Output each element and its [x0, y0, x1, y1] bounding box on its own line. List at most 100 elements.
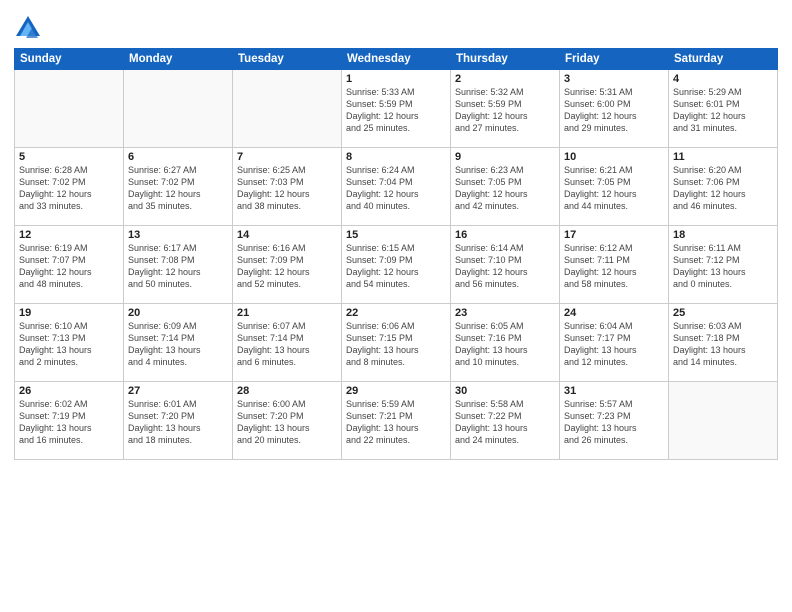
day-number: 2: [455, 73, 555, 85]
calendar-cell: [15, 70, 124, 148]
day-number: 29: [346, 385, 446, 397]
calendar-week-1: 1Sunrise: 5:33 AM Sunset: 5:59 PM Daylig…: [15, 70, 778, 148]
calendar-cell: 8Sunrise: 6:24 AM Sunset: 7:04 PM Daylig…: [342, 148, 451, 226]
day-info: Sunrise: 5:58 AM Sunset: 7:22 PM Dayligh…: [455, 398, 555, 447]
calendar-cell: 18Sunrise: 6:11 AM Sunset: 7:12 PM Dayli…: [669, 226, 778, 304]
col-header-monday: Monday: [124, 49, 233, 70]
calendar-cell: 16Sunrise: 6:14 AM Sunset: 7:10 PM Dayli…: [451, 226, 560, 304]
calendar-cell: 10Sunrise: 6:21 AM Sunset: 7:05 PM Dayli…: [560, 148, 669, 226]
day-number: 27: [128, 385, 228, 397]
day-info: Sunrise: 5:57 AM Sunset: 7:23 PM Dayligh…: [564, 398, 664, 447]
day-number: 6: [128, 151, 228, 163]
day-info: Sunrise: 5:29 AM Sunset: 6:01 PM Dayligh…: [673, 86, 773, 135]
calendar-cell: 27Sunrise: 6:01 AM Sunset: 7:20 PM Dayli…: [124, 382, 233, 460]
col-header-sunday: Sunday: [15, 49, 124, 70]
col-header-saturday: Saturday: [669, 49, 778, 70]
day-number: 31: [564, 385, 664, 397]
calendar-cell: 6Sunrise: 6:27 AM Sunset: 7:02 PM Daylig…: [124, 148, 233, 226]
day-info: Sunrise: 6:21 AM Sunset: 7:05 PM Dayligh…: [564, 164, 664, 213]
calendar-cell: 29Sunrise: 5:59 AM Sunset: 7:21 PM Dayli…: [342, 382, 451, 460]
day-info: Sunrise: 6:17 AM Sunset: 7:08 PM Dayligh…: [128, 242, 228, 291]
calendar-cell: 20Sunrise: 6:09 AM Sunset: 7:14 PM Dayli…: [124, 304, 233, 382]
col-header-friday: Friday: [560, 49, 669, 70]
calendar-table: SundayMondayTuesdayWednesdayThursdayFrid…: [14, 48, 778, 460]
calendar-cell: 9Sunrise: 6:23 AM Sunset: 7:05 PM Daylig…: [451, 148, 560, 226]
day-info: Sunrise: 6:05 AM Sunset: 7:16 PM Dayligh…: [455, 320, 555, 369]
calendar-cell: 1Sunrise: 5:33 AM Sunset: 5:59 PM Daylig…: [342, 70, 451, 148]
day-number: 8: [346, 151, 446, 163]
calendar-week-5: 26Sunrise: 6:02 AM Sunset: 7:19 PM Dayli…: [15, 382, 778, 460]
calendar-cell: 25Sunrise: 6:03 AM Sunset: 7:18 PM Dayli…: [669, 304, 778, 382]
day-number: 17: [564, 229, 664, 241]
day-info: Sunrise: 6:04 AM Sunset: 7:17 PM Dayligh…: [564, 320, 664, 369]
day-info: Sunrise: 6:27 AM Sunset: 7:02 PM Dayligh…: [128, 164, 228, 213]
calendar-cell: [669, 382, 778, 460]
calendar-cell: 5Sunrise: 6:28 AM Sunset: 7:02 PM Daylig…: [15, 148, 124, 226]
day-number: 23: [455, 307, 555, 319]
day-number: 26: [19, 385, 119, 397]
day-info: Sunrise: 6:06 AM Sunset: 7:15 PM Dayligh…: [346, 320, 446, 369]
day-number: 14: [237, 229, 337, 241]
calendar-cell: 13Sunrise: 6:17 AM Sunset: 7:08 PM Dayli…: [124, 226, 233, 304]
calendar-cell: 3Sunrise: 5:31 AM Sunset: 6:00 PM Daylig…: [560, 70, 669, 148]
day-info: Sunrise: 6:07 AM Sunset: 7:14 PM Dayligh…: [237, 320, 337, 369]
calendar-cell: [233, 70, 342, 148]
calendar-cell: 23Sunrise: 6:05 AM Sunset: 7:16 PM Dayli…: [451, 304, 560, 382]
calendar-cell: 31Sunrise: 5:57 AM Sunset: 7:23 PM Dayli…: [560, 382, 669, 460]
day-info: Sunrise: 5:59 AM Sunset: 7:21 PM Dayligh…: [346, 398, 446, 447]
day-info: Sunrise: 6:15 AM Sunset: 7:09 PM Dayligh…: [346, 242, 446, 291]
calendar-week-4: 19Sunrise: 6:10 AM Sunset: 7:13 PM Dayli…: [15, 304, 778, 382]
day-info: Sunrise: 6:23 AM Sunset: 7:05 PM Dayligh…: [455, 164, 555, 213]
calendar-cell: 21Sunrise: 6:07 AM Sunset: 7:14 PM Dayli…: [233, 304, 342, 382]
day-info: Sunrise: 6:12 AM Sunset: 7:11 PM Dayligh…: [564, 242, 664, 291]
col-header-tuesday: Tuesday: [233, 49, 342, 70]
day-number: 5: [19, 151, 119, 163]
day-number: 11: [673, 151, 773, 163]
calendar-cell: 17Sunrise: 6:12 AM Sunset: 7:11 PM Dayli…: [560, 226, 669, 304]
day-number: 25: [673, 307, 773, 319]
day-info: Sunrise: 6:24 AM Sunset: 7:04 PM Dayligh…: [346, 164, 446, 213]
day-info: Sunrise: 6:11 AM Sunset: 7:12 PM Dayligh…: [673, 242, 773, 291]
day-number: 24: [564, 307, 664, 319]
calendar-cell: [124, 70, 233, 148]
day-info: Sunrise: 6:16 AM Sunset: 7:09 PM Dayligh…: [237, 242, 337, 291]
calendar-cell: 11Sunrise: 6:20 AM Sunset: 7:06 PM Dayli…: [669, 148, 778, 226]
day-info: Sunrise: 6:02 AM Sunset: 7:19 PM Dayligh…: [19, 398, 119, 447]
day-number: 30: [455, 385, 555, 397]
day-info: Sunrise: 6:03 AM Sunset: 7:18 PM Dayligh…: [673, 320, 773, 369]
day-info: Sunrise: 6:10 AM Sunset: 7:13 PM Dayligh…: [19, 320, 119, 369]
calendar-cell: 14Sunrise: 6:16 AM Sunset: 7:09 PM Dayli…: [233, 226, 342, 304]
col-header-thursday: Thursday: [451, 49, 560, 70]
day-number: 10: [564, 151, 664, 163]
day-info: Sunrise: 6:20 AM Sunset: 7:06 PM Dayligh…: [673, 164, 773, 213]
day-number: 15: [346, 229, 446, 241]
day-info: Sunrise: 6:25 AM Sunset: 7:03 PM Dayligh…: [237, 164, 337, 213]
calendar-week-3: 12Sunrise: 6:19 AM Sunset: 7:07 PM Dayli…: [15, 226, 778, 304]
calendar-cell: 24Sunrise: 6:04 AM Sunset: 7:17 PM Dayli…: [560, 304, 669, 382]
header: [14, 10, 778, 42]
calendar-cell: 30Sunrise: 5:58 AM Sunset: 7:22 PM Dayli…: [451, 382, 560, 460]
day-number: 20: [128, 307, 228, 319]
calendar-cell: 7Sunrise: 6:25 AM Sunset: 7:03 PM Daylig…: [233, 148, 342, 226]
day-number: 9: [455, 151, 555, 163]
day-number: 13: [128, 229, 228, 241]
day-number: 12: [19, 229, 119, 241]
day-number: 4: [673, 73, 773, 85]
day-info: Sunrise: 6:01 AM Sunset: 7:20 PM Dayligh…: [128, 398, 228, 447]
calendar-cell: 2Sunrise: 5:32 AM Sunset: 5:59 PM Daylig…: [451, 70, 560, 148]
calendar-cell: 15Sunrise: 6:15 AM Sunset: 7:09 PM Dayli…: [342, 226, 451, 304]
calendar-cell: 19Sunrise: 6:10 AM Sunset: 7:13 PM Dayli…: [15, 304, 124, 382]
day-info: Sunrise: 5:31 AM Sunset: 6:00 PM Dayligh…: [564, 86, 664, 135]
calendar-cell: 28Sunrise: 6:00 AM Sunset: 7:20 PM Dayli…: [233, 382, 342, 460]
day-number: 21: [237, 307, 337, 319]
day-info: Sunrise: 6:00 AM Sunset: 7:20 PM Dayligh…: [237, 398, 337, 447]
calendar-week-2: 5Sunrise: 6:28 AM Sunset: 7:02 PM Daylig…: [15, 148, 778, 226]
day-number: 22: [346, 307, 446, 319]
day-number: 16: [455, 229, 555, 241]
logo-icon: [14, 14, 42, 42]
day-number: 7: [237, 151, 337, 163]
day-info: Sunrise: 6:14 AM Sunset: 7:10 PM Dayligh…: [455, 242, 555, 291]
logo: [14, 14, 46, 42]
day-info: Sunrise: 6:09 AM Sunset: 7:14 PM Dayligh…: [128, 320, 228, 369]
col-header-wednesday: Wednesday: [342, 49, 451, 70]
